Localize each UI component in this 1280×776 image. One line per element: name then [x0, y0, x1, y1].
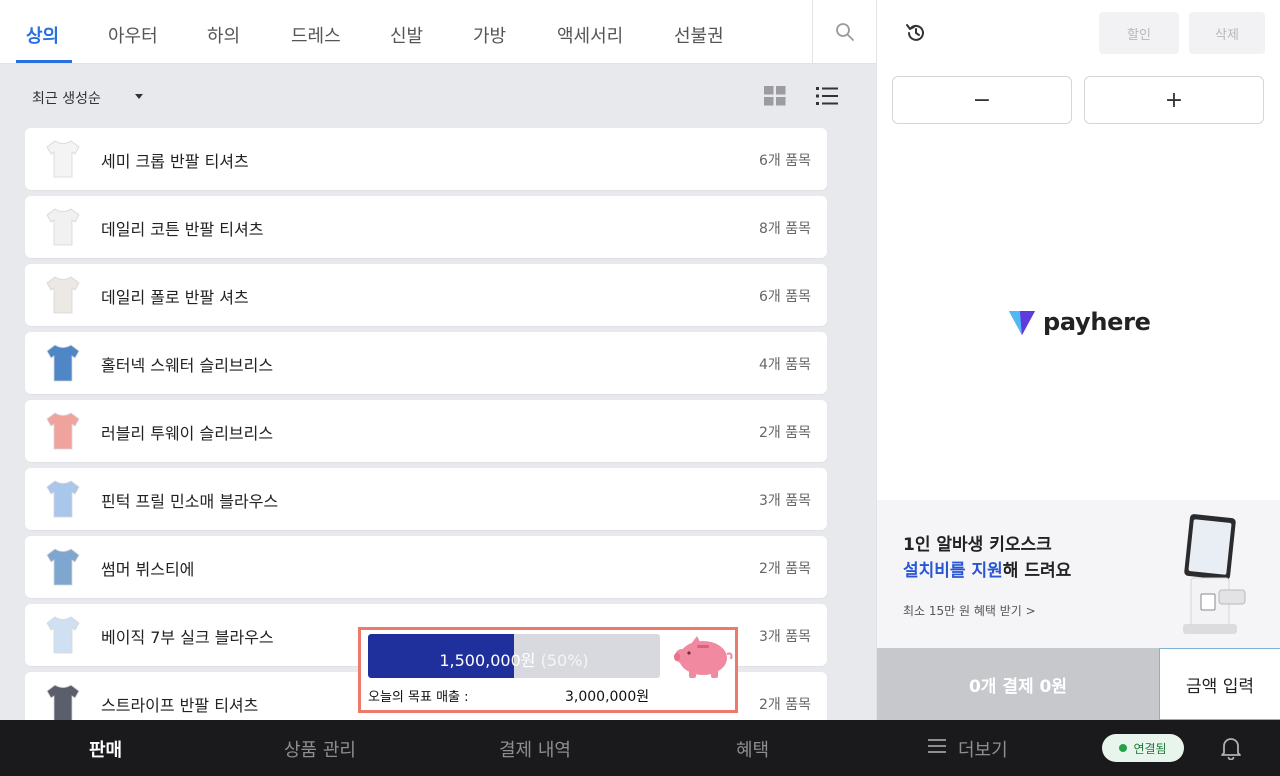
active-tab-indicator — [16, 60, 72, 63]
product-count: 2개 품목 — [759, 561, 811, 577]
product-count: 2개 품목 — [759, 425, 811, 441]
kiosk-promo-banner[interactable]: 1인 알바생 키오스크 설치비를 지원해 드려요 최소 15만 원 혜택 받기 … — [877, 500, 1280, 648]
clothing-icon — [46, 616, 80, 654]
piggy-bank-icon — [674, 636, 733, 678]
list-view-icon[interactable] — [816, 86, 838, 106]
caret-down-icon[interactable] — [135, 94, 143, 99]
goal-percent: (50%) — [540, 651, 589, 670]
history-icon[interactable] — [905, 22, 927, 44]
tab-outerwear[interactable]: 아우터 — [108, 22, 158, 48]
sales-goal-widget: 1,500,000원 (50%) 오늘의 목표 매출 : 3,000,000원 — [358, 627, 738, 713]
nav-sales[interactable]: 판매 — [89, 736, 122, 762]
connection-status-badge: 연결됨 — [1102, 734, 1184, 762]
clothing-icon — [46, 548, 80, 586]
product-count: 8개 품목 — [759, 221, 811, 237]
product-count: 6개 품목 — [759, 289, 811, 305]
tab-tops[interactable]: 상의 — [26, 22, 59, 48]
product-name: 핀턱 프릴 민소매 블라우스 — [101, 492, 279, 511]
clothing-icon — [46, 276, 80, 314]
product-name: 스트라이프 반팔 티셔츠 — [101, 696, 259, 715]
product-thumbnail — [41, 341, 85, 385]
product-thumbnail — [41, 545, 85, 589]
product-row[interactable]: 세미 크롭 반팔 티셔츠 6개 품목 — [25, 128, 827, 190]
clothing-icon — [46, 412, 80, 450]
tab-bags[interactable]: 가방 — [473, 22, 506, 48]
goal-current-amount: 1,500,000원 — [439, 651, 536, 670]
nav-benefits[interactable]: 혜택 — [736, 736, 769, 762]
product-name: 베이직 7부 실크 블라우스 — [101, 628, 274, 647]
bottom-nav: 판매 상품 관리 결제 내역 혜택 더보기 — [0, 720, 1280, 776]
decrease-quantity-button[interactable]: − — [892, 76, 1072, 124]
product-row[interactable]: 데일리 코튼 반팔 티셔츠 8개 품목 — [25, 196, 827, 258]
clothing-icon — [46, 344, 80, 382]
nav-more[interactable]: 더보기 — [958, 736, 1008, 762]
tab-bottoms[interactable]: 하의 — [207, 22, 240, 48]
promo-subtitle: 설치비를 지원해 드려요 — [903, 556, 1071, 581]
promo-title: 1인 알바생 키오스크 — [903, 535, 1052, 555]
product-thumbnail — [41, 613, 85, 657]
search-icon — [835, 23, 854, 41]
product-name: 데일리 코튼 반팔 티셔츠 — [101, 220, 264, 239]
clothing-icon — [46, 684, 80, 720]
product-count: 2개 품목 — [759, 697, 811, 713]
product-name: 홀터넥 스웨터 슬리브리스 — [101, 356, 274, 375]
status-dot — [1119, 744, 1128, 752]
promo-highlight: 설치비를 지원 — [903, 561, 1003, 581]
product-thumbnail — [41, 409, 85, 453]
product-count: 4개 품목 — [759, 357, 811, 373]
brand-name: payhere — [1043, 308, 1151, 336]
product-panel: 상의 아우터 하의 드레스 신발 가방 액세서리 선불권 최근 생성순 세미 크… — [0, 0, 876, 720]
pay-button[interactable]: 0개 결제 0원 — [877, 648, 1159, 720]
bell-icon[interactable] — [1220, 736, 1242, 760]
promo-link[interactable]: 최소 15만 원 혜택 받기 > — [903, 602, 1036, 619]
product-row[interactable]: 데일리 폴로 반팔 셔츠 6개 품목 — [25, 264, 827, 326]
kiosk-image — [1183, 514, 1246, 634]
clothing-icon — [46, 140, 80, 178]
clothing-icon — [46, 208, 80, 246]
increase-quantity-button[interactable]: + — [1084, 76, 1264, 124]
grid-view-icon[interactable] — [764, 86, 786, 106]
enter-amount-button[interactable]: 금액 입력 — [1159, 648, 1280, 720]
tab-dresses[interactable]: 드레스 — [291, 22, 341, 48]
product-thumbnail — [41, 477, 85, 521]
product-name: 썸머 뷔스티에 — [101, 560, 195, 579]
nav-payment-history[interactable]: 결제 내역 — [499, 736, 571, 762]
goal-label: 오늘의 목표 매출 : — [368, 690, 469, 705]
goal-target-amount: 3,000,000원 — [565, 689, 650, 705]
product-row[interactable]: 홀터넥 스웨터 슬리브리스 4개 품목 — [25, 332, 827, 394]
sort-dropdown[interactable]: 최근 생성순 — [32, 88, 101, 108]
tab-accessories[interactable]: 액세서리 — [557, 22, 623, 48]
product-row[interactable]: 러블리 투웨이 슬리브리스 2개 품목 — [25, 400, 827, 462]
cart-panel: 할인 삭제 − + payhere 1인 알바생 키오스크 설치비를 지원해 드… — [876, 0, 1280, 720]
promo-subtitle-rest: 해 드려요 — [1002, 561, 1072, 581]
menu-icon[interactable] — [928, 738, 946, 754]
product-thumbnail — [41, 273, 85, 317]
product-name: 세미 크롭 반팔 티셔츠 — [101, 152, 249, 171]
brand-logo: payhere — [1009, 308, 1151, 336]
product-count: 3개 품목 — [759, 629, 811, 645]
goal-progress-bar: 1,500,000원 (50%) — [368, 634, 660, 678]
connection-status-text: 연결됨 — [1133, 741, 1167, 756]
clothing-icon — [46, 480, 80, 518]
product-count: 3개 품목 — [759, 493, 811, 509]
product-thumbnail — [41, 137, 85, 181]
payhere-logo-icon — [1009, 311, 1035, 335]
product-row[interactable]: 썸머 뷔스티에 2개 품목 — [25, 536, 827, 598]
product-name: 데일리 폴로 반팔 셔츠 — [101, 288, 249, 307]
product-count: 6개 품목 — [759, 153, 811, 169]
discount-button[interactable]: 할인 — [1099, 12, 1179, 54]
tab-shoes[interactable]: 신발 — [390, 22, 423, 48]
category-tabs: 상의 아우터 하의 드레스 신발 가방 액세서리 선불권 — [0, 0, 876, 64]
search-button[interactable] — [812, 0, 876, 64]
tab-gift-cards[interactable]: 선불권 — [674, 22, 724, 48]
product-name: 러블리 투웨이 슬리브리스 — [101, 424, 274, 443]
product-thumbnail — [41, 205, 85, 249]
sort-bar: 최근 생성순 — [0, 64, 876, 128]
nav-product-management[interactable]: 상품 관리 — [284, 736, 356, 762]
product-thumbnail — [41, 681, 85, 720]
product-row[interactable]: 핀턱 프릴 민소매 블라우스 3개 품목 — [25, 468, 827, 530]
goal-progress-text: 1,500,000원 (50%) — [368, 647, 660, 671]
delete-button[interactable]: 삭제 — [1189, 12, 1265, 54]
